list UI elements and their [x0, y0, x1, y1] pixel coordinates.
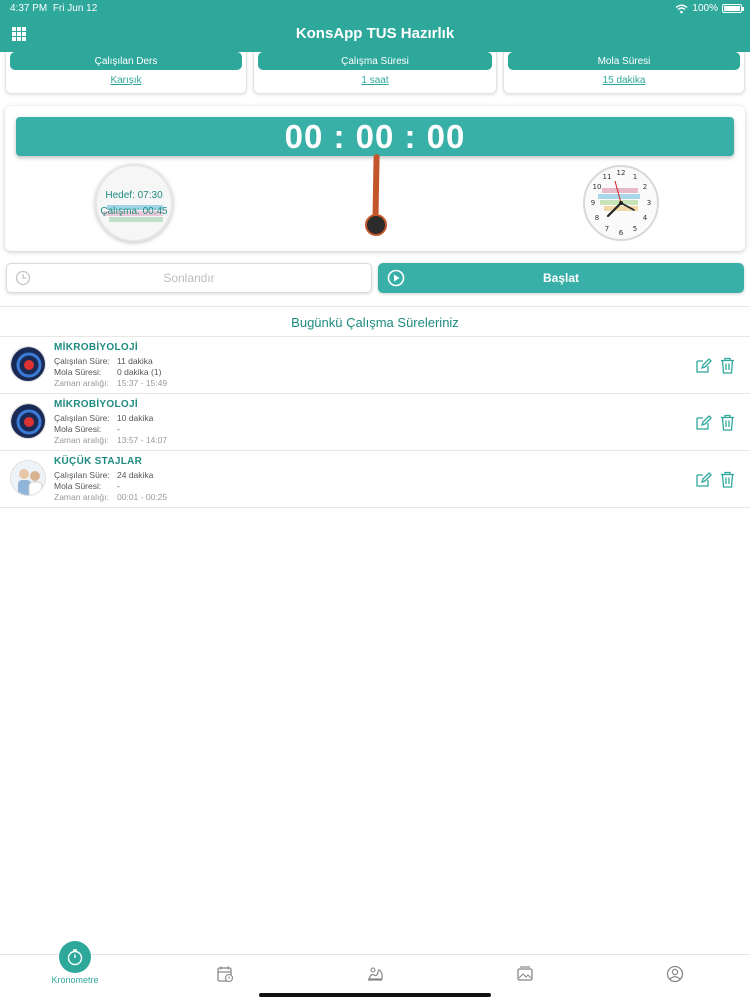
svg-text:10: 10: [593, 183, 602, 191]
lesson-thumbnail: [10, 460, 46, 496]
goal-progress-circle: Hedef: 07:30 Çalışma: 00:45: [95, 164, 173, 242]
session-break: Mola Süresi: -: [54, 481, 120, 491]
lesson-thumbnail: [10, 346, 46, 382]
photo-icon: [517, 966, 533, 981]
edit-icon[interactable]: [695, 357, 712, 374]
edit-icon[interactable]: [695, 414, 712, 431]
svg-text:11: 11: [603, 173, 612, 181]
duration-card[interactable]: Çalışma Süresi 1 saat: [253, 52, 497, 94]
wifi-icon: [675, 4, 688, 13]
stats-icon: [368, 967, 383, 981]
tab-profile[interactable]: [600, 955, 750, 1000]
session-item[interactable]: MİKROBİYOLOJİ Çalışılan Süre: 11 dakika M…: [0, 337, 750, 394]
profile-icon: [666, 965, 684, 983]
session-title: MİKROBİYOLOJİ: [54, 399, 138, 410]
session-studied: Çalışılan Süre: 10 dakika: [54, 413, 154, 423]
stopwatch-icon: [67, 949, 83, 966]
svg-text:8: 8: [595, 214, 599, 222]
svg-text:1: 1: [633, 173, 637, 181]
finish-button[interactable]: Sonlandır: [6, 263, 372, 293]
break-value[interactable]: 15 dakika: [504, 75, 744, 86]
svg-text:4: 4: [643, 214, 648, 222]
session-title: KÜÇÜK STAJLAR: [54, 456, 143, 467]
status-time: 4:37 PM Fri Jun 12: [10, 3, 98, 14]
tab-kronometre[interactable]: Kronometre: [0, 941, 150, 1000]
duration-label: Çalışma Süresi: [258, 52, 492, 70]
session-title: MİKROBİYOLOJİ: [54, 342, 138, 353]
break-card[interactable]: Mola Süresi 15 dakika: [503, 52, 745, 94]
start-button[interactable]: Başlat: [378, 263, 744, 293]
clock-icon: [15, 270, 31, 286]
start-label: Başlat: [542, 271, 580, 285]
lesson-value[interactable]: Karışık: [6, 75, 246, 86]
analog-clock-icon: 12 12 3 45 6 78 9 1011: [583, 165, 659, 241]
lesson-card[interactable]: Çalışılan Ders Karışık: [5, 52, 247, 94]
goal-work-text: Çalışma: 00:45: [100, 206, 168, 217]
battery-icon: [722, 4, 744, 13]
svg-text:2: 2: [643, 183, 647, 191]
trash-icon[interactable]: [720, 471, 735, 488]
goal-target-text: Hedef: 07:30: [105, 190, 163, 201]
home-indicator: [259, 993, 491, 997]
trash-icon[interactable]: [720, 414, 735, 431]
app-header: 4:37 PM Fri Jun 12 100% KonsApp TUS Hazı…: [0, 0, 750, 52]
play-icon: [387, 269, 405, 287]
svg-text:3: 3: [647, 199, 651, 207]
session-range: Zaman aralığı: 13:57 - 14:07: [54, 435, 168, 445]
session-range: Zaman aralığı: 00:01 - 00:25: [54, 492, 168, 502]
session-item[interactable]: MİKROBİYOLOJİ Çalışılan Süre: 10 dakika M…: [0, 394, 750, 451]
svg-text:7: 7: [605, 225, 609, 233]
session-item[interactable]: KÜÇÜK STAJLAR Çalışılan Süre: 24 dakika M…: [0, 451, 750, 508]
battery-percent: 100%: [692, 3, 718, 14]
svg-text:12: 12: [617, 169, 626, 177]
pendulum-bob: [365, 214, 387, 236]
section-title: Bugünkü Çalışma Süreleriniz: [291, 315, 459, 330]
duration-value[interactable]: 1 saat: [254, 75, 496, 86]
app-title: KonsApp TUS Hazırlık: [295, 25, 455, 42]
tab-label: Kronometre: [51, 975, 99, 985]
svg-text:6: 6: [619, 229, 624, 237]
edit-icon[interactable]: [695, 471, 712, 488]
lesson-thumbnail: [10, 403, 46, 439]
break-label: Mola Süresi: [508, 52, 740, 70]
session-break: Mola Süresi: -: [54, 424, 120, 434]
trash-icon[interactable]: [720, 357, 735, 374]
session-break: Mola Süresi: 0 dakika (1): [54, 367, 162, 377]
status-indicators: 100%: [675, 3, 744, 14]
divider: [0, 306, 750, 307]
timer-display: 00 : 00 : 00: [16, 117, 734, 156]
lesson-label: Çalışılan Ders: [10, 52, 242, 70]
svg-text:9: 9: [591, 199, 595, 207]
calendar-icon: [217, 966, 234, 983]
svg-text:5: 5: [633, 225, 637, 233]
finish-label: Sonlandır: [163, 271, 215, 285]
timer-card: 00 : 00 : 00 Hedef: 07:30 Çalışma: 00:45…: [5, 106, 745, 251]
session-studied: Çalışılan Süre: 11 dakika: [54, 356, 153, 366]
session-range: Zaman aralığı: 15:37 - 15:49: [54, 378, 168, 388]
session-studied: Çalışılan Süre: 24 dakika: [54, 470, 154, 480]
